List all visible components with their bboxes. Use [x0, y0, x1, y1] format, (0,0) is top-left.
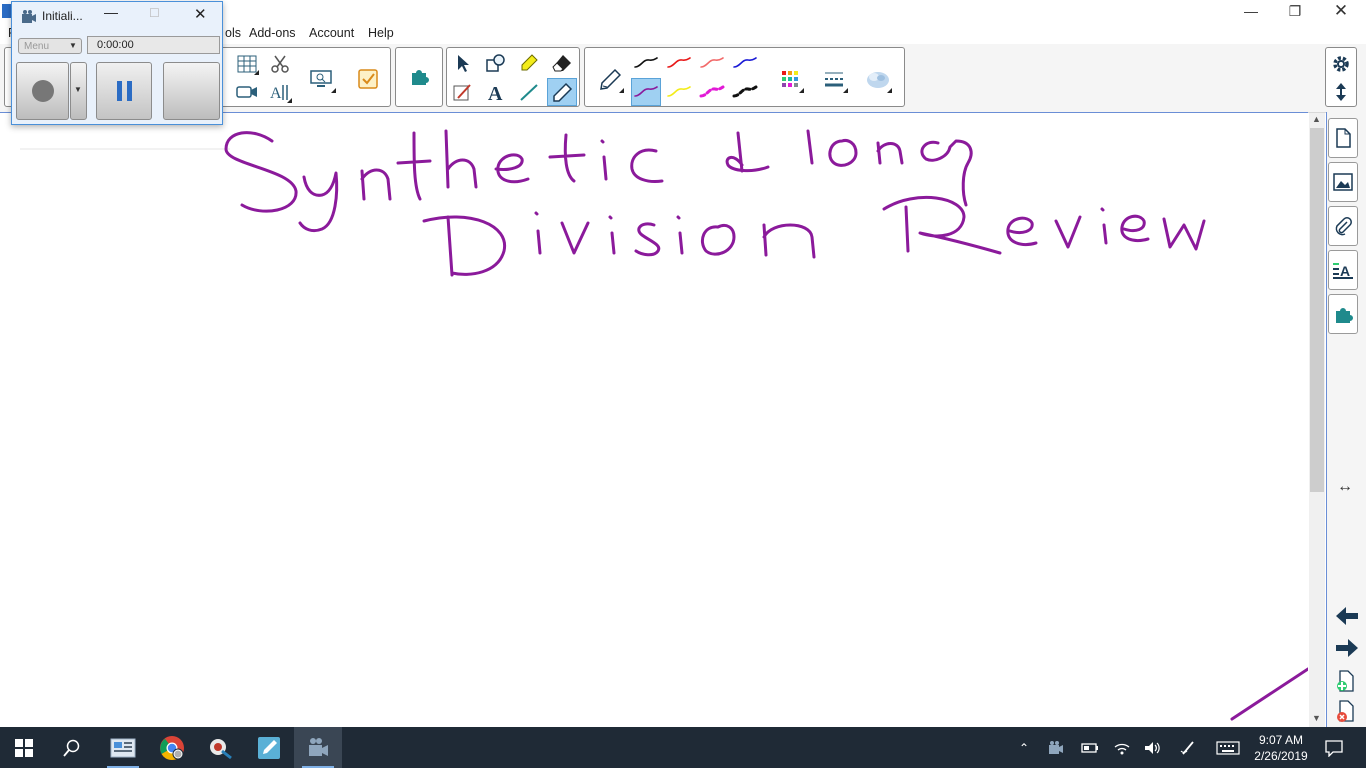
select-arrow-icon[interactable] [448, 49, 478, 77]
notifications-icon[interactable] [1320, 727, 1348, 768]
magic-pen-icon[interactable] [448, 78, 478, 106]
chevron-down-icon: ▼ [74, 85, 82, 94]
recorder-time-display: 0:00:00 [87, 36, 220, 54]
puzzle-icon[interactable] [404, 62, 434, 90]
pen-type-icon[interactable] [593, 62, 627, 96]
clock[interactable]: 9:07 AM 2/26/2019 [1248, 727, 1314, 768]
chrome-icon[interactable] [148, 727, 196, 768]
pen-color-swatch[interactable] [730, 78, 760, 106]
restore-button[interactable]: ❐ [1272, 0, 1318, 22]
line-icon[interactable] [514, 78, 544, 106]
table-icon[interactable] [232, 50, 262, 78]
scroll-down-icon[interactable]: ▼ [1312, 713, 1321, 723]
toolbar-group-addons [395, 47, 443, 107]
scrollbar-thumb[interactable] [1310, 128, 1324, 492]
pen-color-swatch[interactable] [697, 78, 727, 106]
shapes-icon[interactable] [481, 49, 511, 77]
whiteboard-canvas[interactable] [0, 112, 1308, 728]
gear-icon[interactable] [1326, 50, 1356, 78]
addons-tab[interactable] [1328, 294, 1358, 334]
color-palette-icon[interactable] [773, 62, 807, 96]
battery-icon[interactable] [1078, 727, 1102, 768]
chevron-up-icon[interactable]: ⌃ [1012, 727, 1036, 768]
recorder-title: Initiali... [42, 9, 83, 23]
volume-icon[interactable] [1141, 727, 1165, 768]
svg-text:A: A [488, 83, 503, 102]
pen-icon[interactable] [547, 78, 577, 106]
fill-effects-icon[interactable] [861, 62, 895, 96]
line-style-icon[interactable] [817, 62, 851, 96]
handwritten-title [224, 129, 1308, 721]
text-icon[interactable]: A [481, 78, 511, 106]
handwriting-recognition-icon[interactable]: A [265, 78, 295, 106]
windows-start-icon[interactable] [0, 727, 48, 768]
clock-time: 9:07 AM [1258, 732, 1304, 747]
pen-color-swatch[interactable] [631, 78, 661, 106]
highlighter-icon[interactable] [514, 49, 544, 77]
attachments-tab[interactable] [1328, 206, 1358, 246]
side-panel [1326, 112, 1366, 727]
toolbar-group-pens [584, 47, 905, 107]
eraser-icon[interactable] [547, 49, 577, 77]
pen-workspace-icon[interactable] [1176, 727, 1200, 768]
delete-page-icon[interactable] [1336, 700, 1356, 727]
pause-button[interactable] [96, 62, 152, 120]
recorder-minimize-button[interactable]: — [104, 4, 118, 20]
chevron-down-icon: ▼ [69, 41, 77, 50]
record-button[interactable] [16, 62, 69, 120]
pen-color-swatch[interactable] [730, 49, 760, 77]
recorder-window: Initiali... — ☐ ✕ Menu ▼ 0:00:00 ▼ [11, 1, 223, 125]
expand-panel-icon[interactable]: ↔ [1337, 478, 1353, 496]
wifi-icon[interactable] [1110, 727, 1134, 768]
page-sorter-tab[interactable] [1328, 118, 1358, 158]
recorder-maximize-button: ☐ [149, 6, 160, 20]
close-button[interactable]: ✕ [1318, 0, 1364, 22]
pen-color-swatch[interactable] [631, 49, 661, 77]
tray-recorder-icon[interactable] [1044, 727, 1068, 768]
stop-button[interactable] [163, 62, 220, 120]
sniping-tool-icon[interactable] [196, 727, 244, 768]
taskbar-notebook-app-icon[interactable] [99, 727, 147, 768]
scroll-up-icon[interactable]: ▲ [1312, 114, 1321, 124]
pen-color-swatch[interactable] [664, 49, 694, 77]
toolbar-group-tools: A [446, 47, 580, 107]
menu-account[interactable]: Account [309, 26, 354, 40]
move-toolbar-icon[interactable] [1326, 78, 1356, 106]
menu-add-ons[interactable]: Add-ons [249, 26, 296, 40]
notes-app-icon[interactable] [245, 727, 293, 768]
svg-text:A: A [1340, 263, 1350, 279]
recorder-menu-dropdown[interactable]: Menu ▼ [18, 38, 82, 54]
pen-color-swatch[interactable] [697, 49, 727, 77]
pen-color-swatch[interactable] [664, 78, 694, 106]
screen-capture-icon[interactable] [303, 62, 339, 96]
toolbar-group-settings [1325, 47, 1357, 107]
menu-help[interactable]: Help [368, 26, 394, 40]
record-options-button[interactable]: ▼ [70, 62, 87, 120]
gallery-tab[interactable] [1328, 162, 1358, 202]
responder-icon[interactable] [351, 62, 385, 96]
video-icon[interactable] [232, 78, 262, 106]
menu-tools[interactable]: ols [225, 26, 241, 40]
svg-text:A: A [270, 85, 282, 102]
add-page-icon[interactable] [1336, 670, 1356, 695]
record-circle-icon [32, 80, 54, 102]
keyboard-icon[interactable] [1214, 727, 1242, 768]
recorder-camera-icon [21, 9, 37, 28]
clock-date: 2/26/2019 [1254, 748, 1308, 763]
recorder-close-button[interactable]: ✕ [194, 5, 207, 23]
minimize-button[interactable]: — [1228, 0, 1274, 22]
scissors-icon[interactable] [265, 50, 295, 78]
properties-tab[interactable]: A [1328, 250, 1358, 290]
search-icon[interactable] [48, 727, 96, 768]
next-page-icon[interactable] [1334, 636, 1360, 663]
recorder-taskbar-icon[interactable] [294, 727, 342, 768]
previous-page-icon[interactable] [1334, 604, 1360, 631]
